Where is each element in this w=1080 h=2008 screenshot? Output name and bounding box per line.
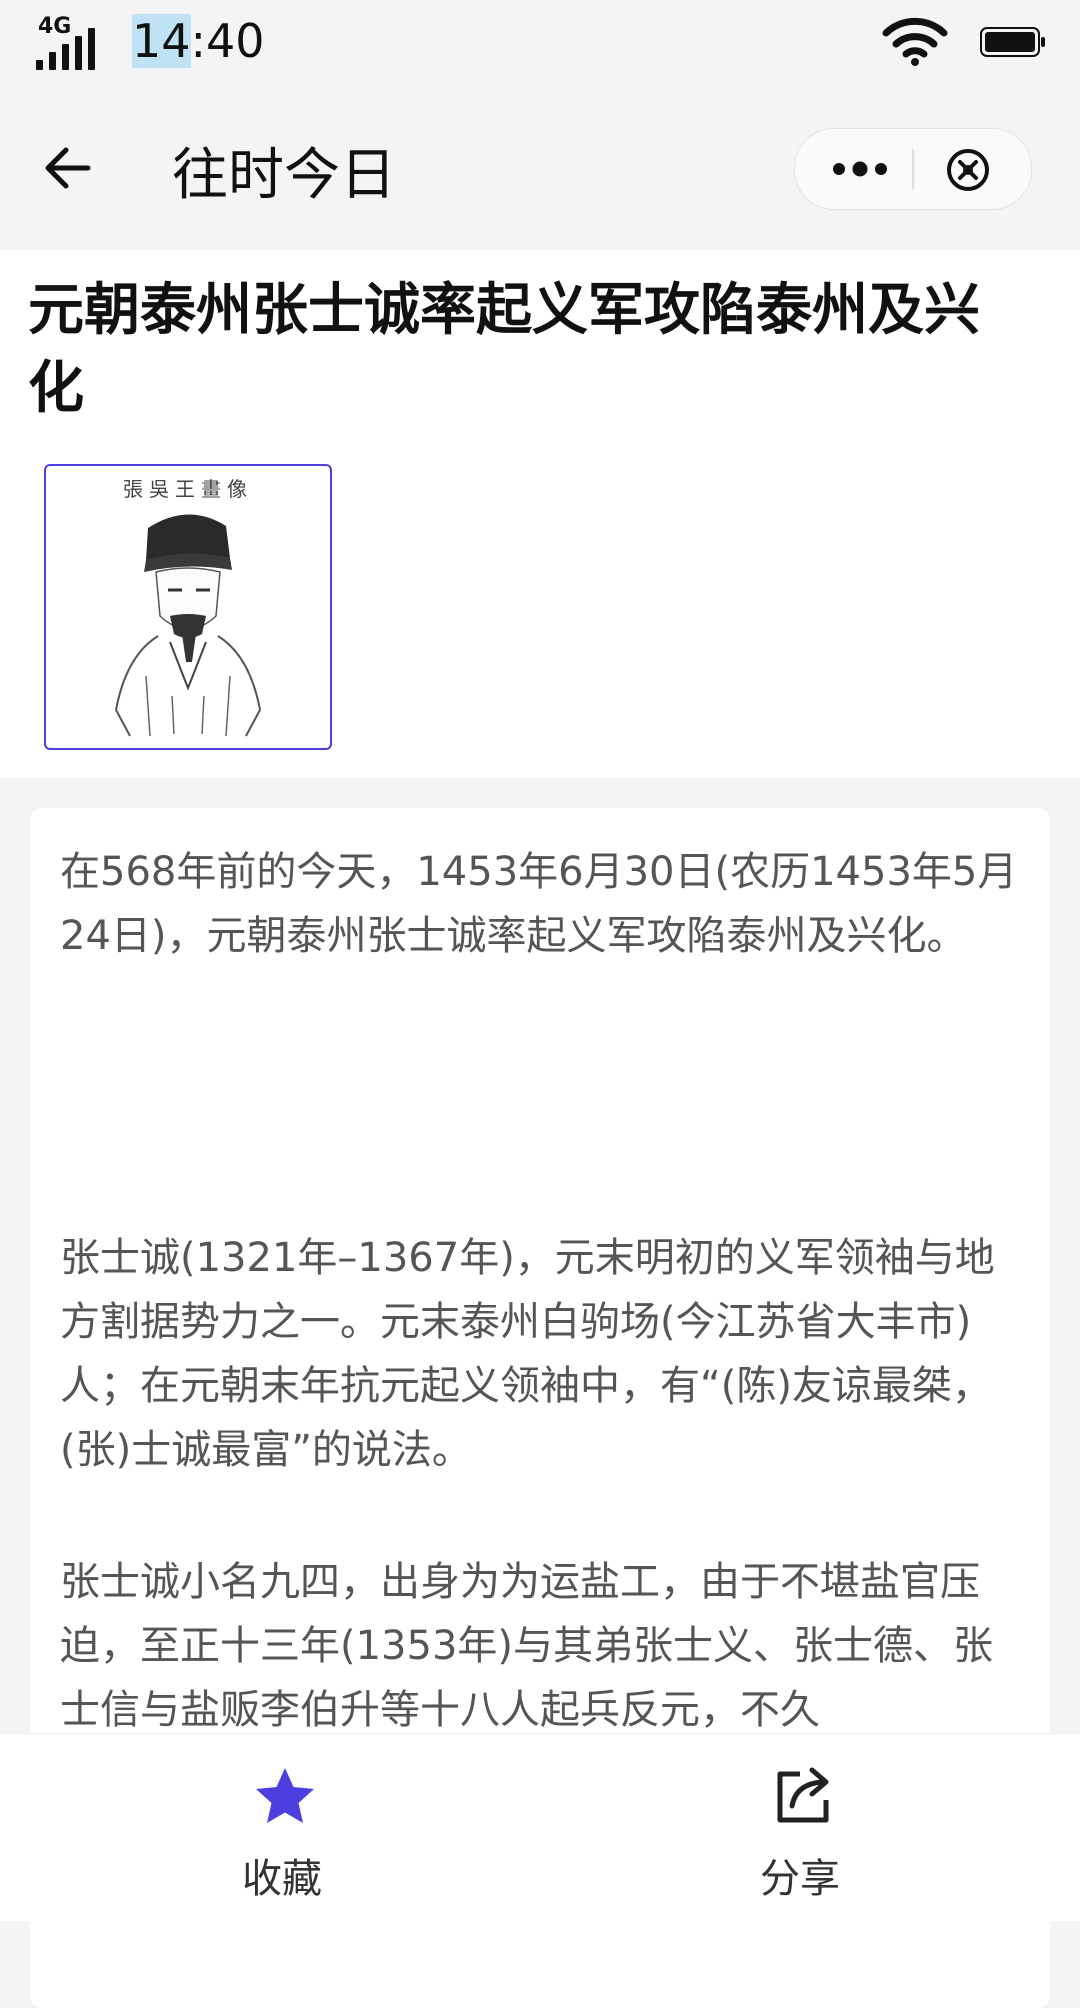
share-button[interactable]: 分享 bbox=[720, 1764, 880, 1904]
bottom-action-bar: 收藏 分享 bbox=[0, 1733, 1080, 1921]
nav-bar: 往时今日 bbox=[0, 90, 1080, 250]
share-label: 分享 bbox=[760, 1856, 840, 1902]
network-type: 4G bbox=[38, 14, 72, 39]
page-title: 往时今日 bbox=[172, 143, 396, 208]
article-paragraph: 在568年前的今天，1453年6月30日(农历1453年5月24日)，元朝泰州张… bbox=[60, 849, 1018, 959]
portrait-caption: 張吳王畫像 bbox=[123, 477, 253, 501]
wifi-icon bbox=[882, 17, 948, 66]
status-bar: 4G 14:40 bbox=[0, 0, 1080, 90]
back-arrow-icon[interactable] bbox=[38, 138, 98, 198]
article-header: 元朝泰州张士诚率起义军攻陷泰州及兴化 張吳王畫像 bbox=[0, 250, 1080, 778]
more-dots-icon[interactable] bbox=[825, 147, 895, 191]
portrait-drawing: 張吳王畫像 bbox=[114, 477, 262, 737]
status-time: 14:40 bbox=[132, 14, 265, 68]
favorite-label: 收藏 bbox=[242, 1856, 322, 1902]
article-paragraph: 张士诚小名九四，出身为为运盐工，由于不堪盐官压迫，至正十三年(1353年)与其弟… bbox=[60, 1559, 994, 1733]
battery-icon bbox=[980, 27, 1045, 57]
article-title: 元朝泰州张士诚率起义军攻陷泰州及兴化 bbox=[28, 278, 980, 421]
portrait-image[interactable]: 張吳王畫像 bbox=[44, 464, 332, 750]
article-paragraph: 张士诚(1321年–1367年)，元末明初的义军领袖与地方割据势力之一。元末泰州… bbox=[60, 1235, 995, 1473]
star-icon bbox=[256, 1768, 314, 1823]
cellular-signal-icon: 4G bbox=[36, 14, 98, 70]
favorite-button[interactable]: 收藏 bbox=[202, 1764, 362, 1904]
share-icon bbox=[777, 1767, 829, 1823]
capsule-divider bbox=[912, 149, 914, 189]
close-circle-icon[interactable] bbox=[945, 147, 991, 193]
mini-program-capsule bbox=[794, 128, 1032, 210]
